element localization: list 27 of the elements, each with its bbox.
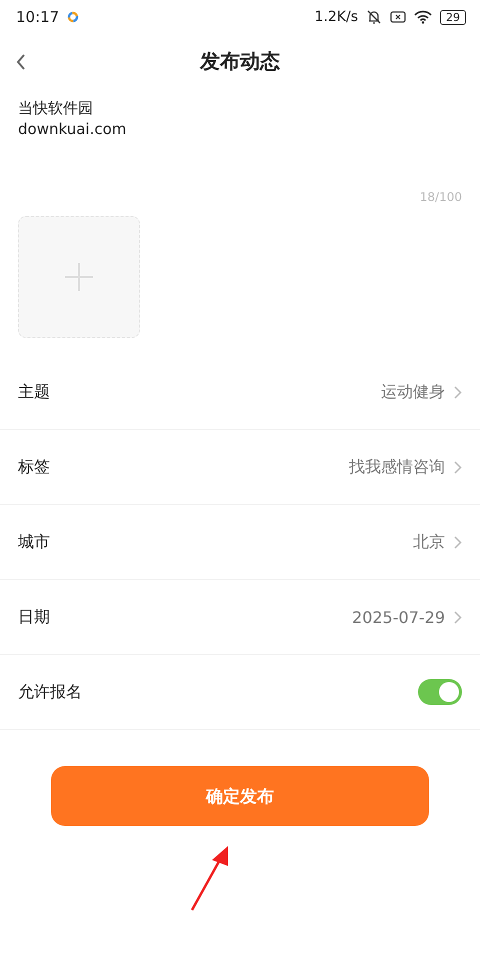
submit-button[interactable]: 确定发布 — [51, 766, 429, 826]
setting-label: 城市 — [18, 532, 50, 552]
battery-level: 29 — [440, 10, 466, 24]
app-notification-icon — [67, 11, 80, 23]
setting-value[interactable]: 2025-07-29 — [352, 608, 462, 626]
add-image-button[interactable] — [18, 216, 140, 338]
sim-icon — [390, 10, 406, 24]
chevron-right-icon — [454, 460, 462, 474]
chevron-right-icon — [454, 536, 462, 548]
setting-value[interactable]: 运动健身 — [381, 382, 462, 402]
character-counter: 18/100 — [420, 190, 462, 204]
plus-icon — [64, 262, 94, 292]
chevron-right-icon — [454, 610, 462, 624]
chevron-right-icon — [454, 386, 462, 398]
network-speed: 1.2K/s — [314, 9, 358, 25]
status-time: 10:17 — [16, 8, 60, 26]
post-text-field[interactable]: 当快软件园 downkuai.com — [18, 98, 462, 140]
setting-label: 标签 — [18, 456, 50, 478]
toggle-switch[interactable] — [418, 679, 462, 705]
setting-label: 允许报名 — [18, 682, 82, 702]
setting-label: 主题 — [18, 382, 50, 402]
setting-value[interactable]: 找我感情咨询 — [349, 456, 462, 478]
muted-bell-icon — [366, 9, 382, 25]
setting-label: 日期 — [18, 606, 50, 628]
wifi-icon — [414, 10, 432, 24]
page-title: 发布动态 — [200, 48, 280, 74]
setting-value[interactable]: 北京 — [413, 532, 462, 552]
